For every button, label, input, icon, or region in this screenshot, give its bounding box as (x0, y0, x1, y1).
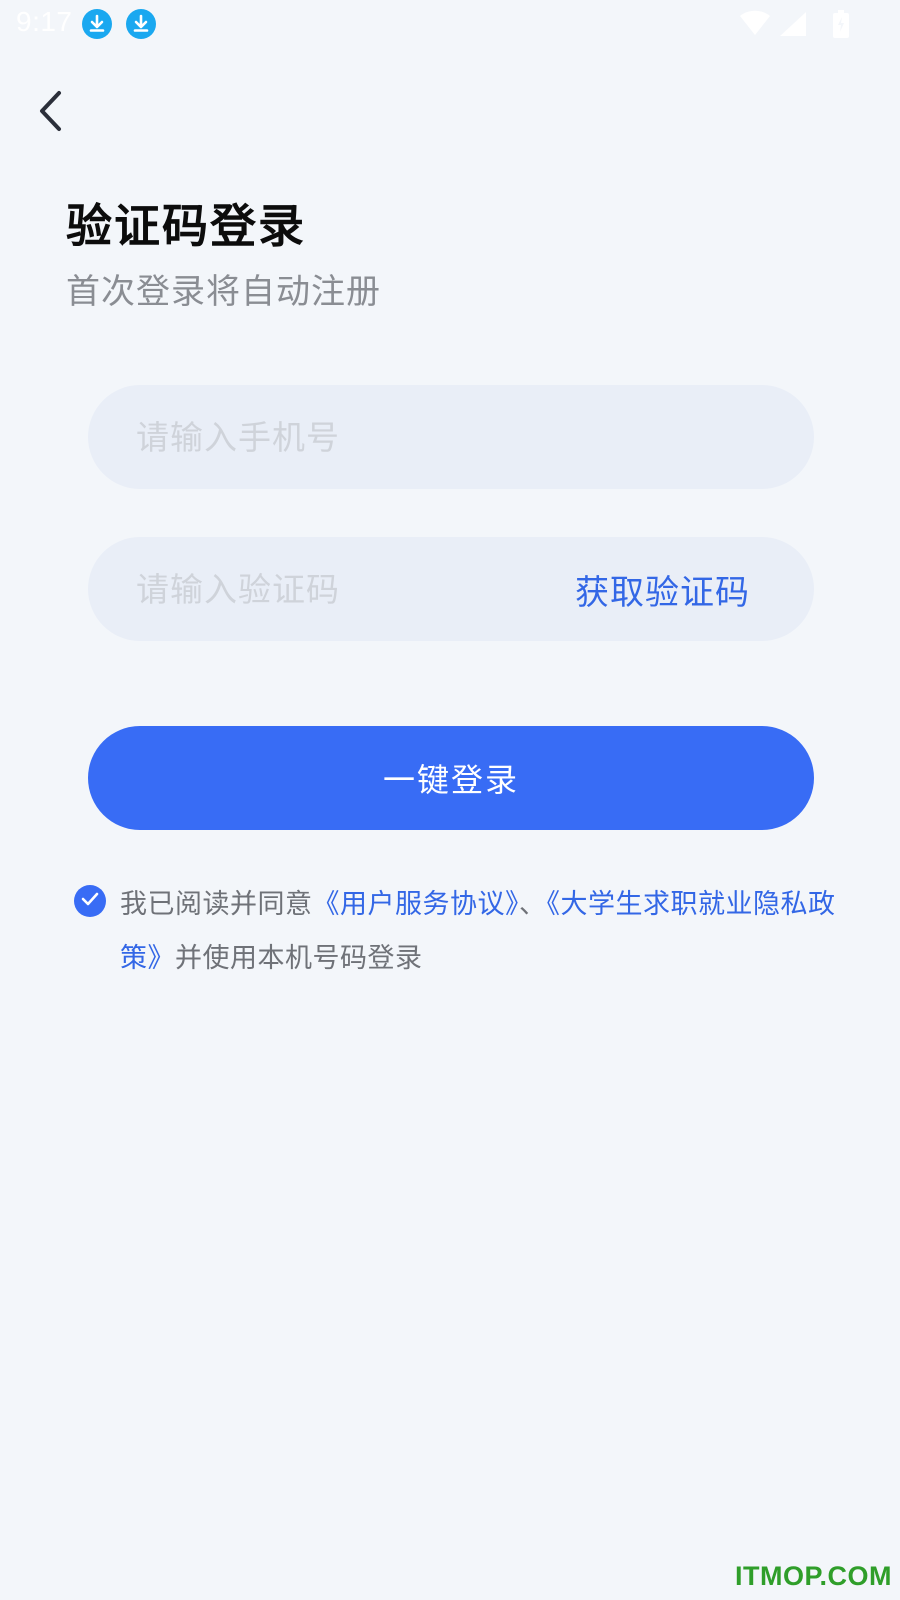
back-button[interactable] (28, 88, 72, 138)
status-bar: 9:17 (0, 0, 900, 48)
agree-checkbox[interactable] (74, 885, 106, 917)
user-agreement-link[interactable]: 《用户服务协议》 (313, 889, 520, 920)
agreement-prefix: 我已阅读并同意 (120, 889, 313, 920)
download-icon (82, 9, 112, 39)
status-time: 9:17 (16, 6, 73, 37)
agreement-suffix: 并使用本机号码登录 (175, 943, 423, 974)
page-title: 验证码登录 (66, 199, 306, 253)
login-button[interactable]: 一键登录 (88, 726, 814, 830)
download-icon (126, 9, 156, 39)
agreement-separator: 、 (519, 889, 547, 920)
chevron-left-icon (37, 90, 63, 136)
phone-input[interactable] (136, 385, 766, 489)
check-icon (80, 891, 100, 911)
status-icons (730, 10, 850, 38)
battery-icon (832, 10, 850, 42)
get-code-button[interactable]: 获取验证码 (575, 537, 750, 641)
code-field: 获取验证码 (88, 537, 814, 641)
phone-field (88, 385, 814, 489)
page-subtitle: 首次登录将自动注册 (66, 272, 381, 312)
watermark: ITMOP.COM (734, 1561, 892, 1591)
agreement-text: 我已阅读并同意《用户服务协议》、《大学生求职就业隐私政策》并使用本机号码登录 (120, 878, 840, 986)
signal-icon (780, 12, 806, 40)
code-input[interactable] (136, 537, 536, 641)
wifi-icon (740, 10, 770, 40)
